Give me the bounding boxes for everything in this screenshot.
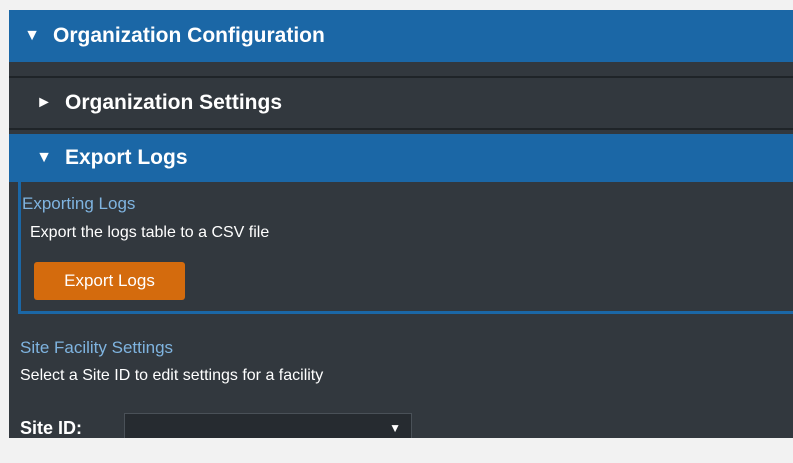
- export-logs-button[interactable]: Export Logs: [34, 262, 185, 300]
- dropdown-caret-icon: ▼: [389, 421, 401, 435]
- site-id-label: Site ID:: [20, 418, 83, 438]
- export-logs-header[interactable]: ▼ Export Logs: [9, 134, 793, 182]
- site-facility-title: Site Facility Settings: [20, 338, 174, 357]
- expand-arrow-icon: ▼: [24, 27, 40, 44]
- site-id-select[interactable]: ▼: [124, 413, 412, 438]
- org-config-header[interactable]: ▼ Organization Configuration: [9, 10, 793, 62]
- org-config-frame: ▼ Organization Configuration ► Organizat…: [9, 10, 793, 438]
- exporting-logs-description: Export the logs table to a CSV file: [30, 224, 270, 241]
- org-settings-header[interactable]: ► Organization Settings: [9, 76, 793, 130]
- site-facility-description: Select a Site ID to edit settings for a …: [20, 367, 324, 384]
- expand-arrow-icon: ▼: [36, 149, 52, 166]
- org-settings-title: Organization Settings: [65, 91, 283, 114]
- collapse-arrow-icon: ►: [36, 94, 52, 111]
- export-logs-title: Export Logs: [65, 146, 188, 169]
- org-config-title: Organization Configuration: [53, 24, 325, 47]
- exporting-logs-title: Exporting Logs: [22, 194, 136, 213]
